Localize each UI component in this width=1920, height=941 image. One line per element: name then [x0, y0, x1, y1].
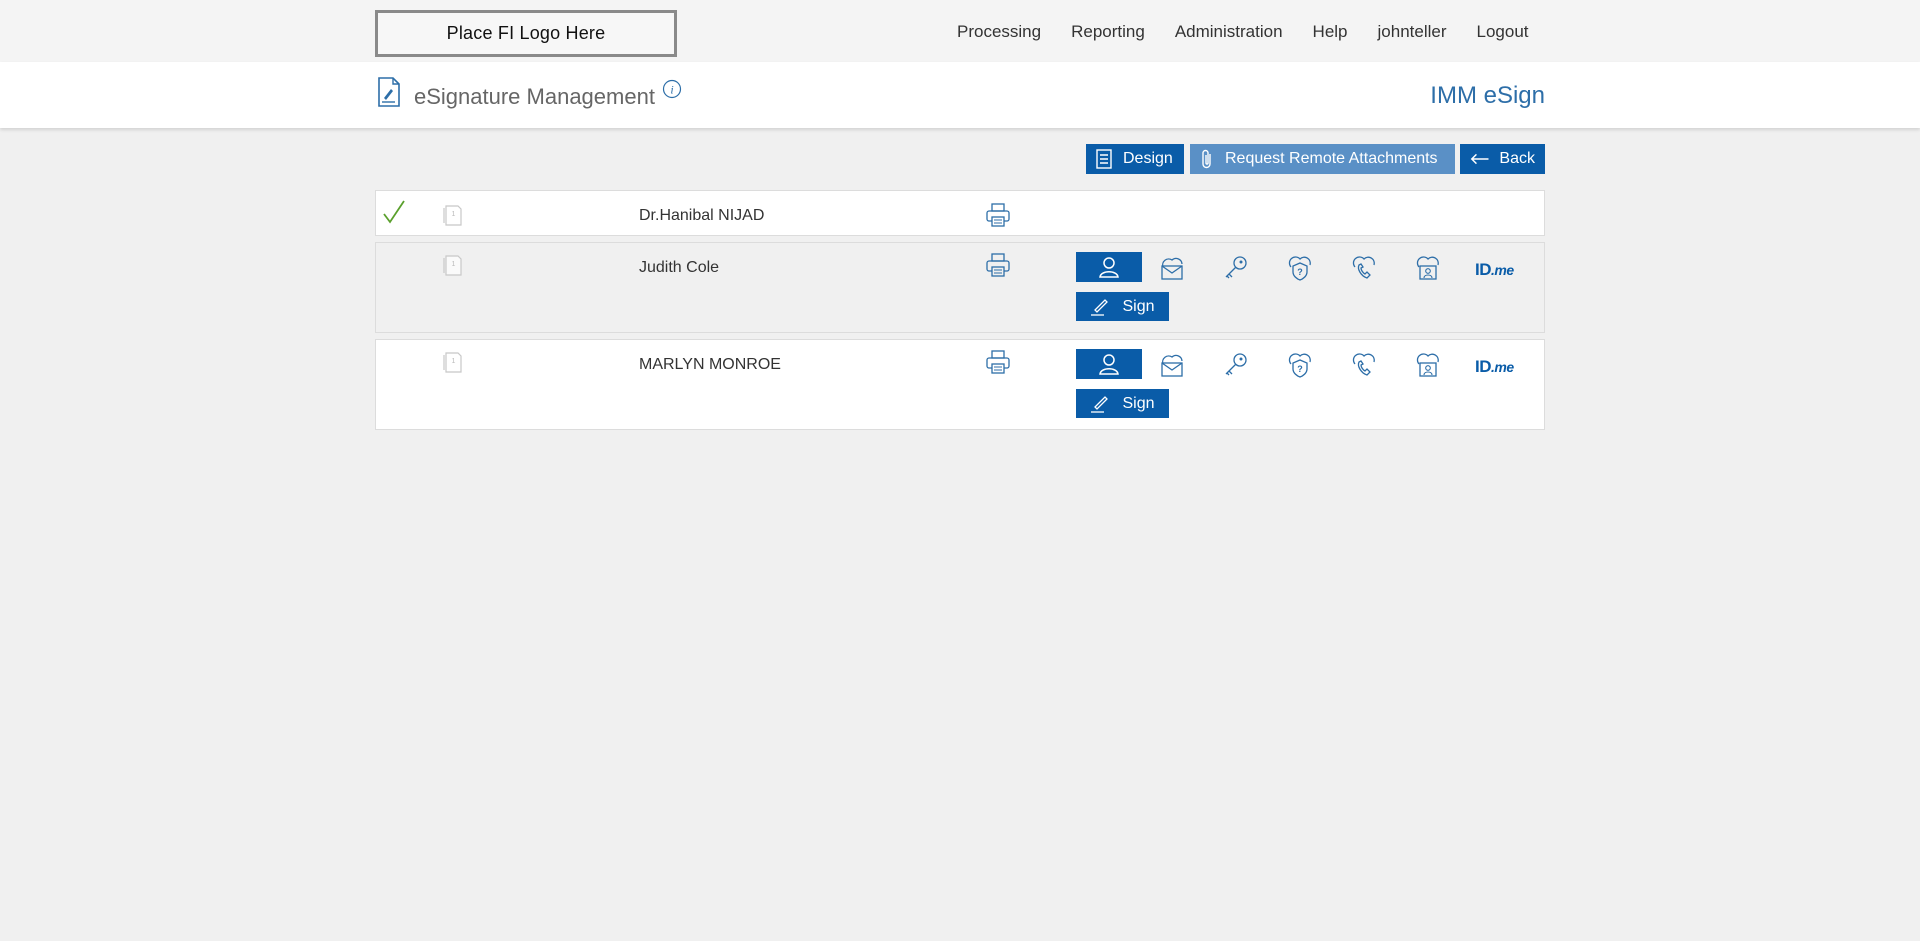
- document-pages-icon[interactable]: 1: [442, 203, 464, 227]
- printer-icon[interactable]: [984, 201, 1012, 229]
- idme-verification-button[interactable]: ID.me: [1475, 357, 1514, 377]
- title-bar: eSignature Management i IMM eSign: [0, 62, 1920, 128]
- cloud-email-icon[interactable]: [1158, 255, 1186, 281]
- nav-help[interactable]: Help: [1313, 22, 1348, 44]
- main-nav: Processing Reporting Administration Help…: [957, 22, 1529, 44]
- request-remote-attachments-button[interactable]: Request Remote Attachments: [1190, 144, 1455, 174]
- nav-administration[interactable]: Administration: [1175, 22, 1283, 44]
- idme-main: ID: [1475, 260, 1492, 279]
- design-list-icon: [1096, 149, 1112, 169]
- cloud-key-icon[interactable]: [1222, 254, 1250, 282]
- document-count: 1: [452, 211, 456, 218]
- signer-row: 1 MARLYN MONROE ? ID.me Sign: [375, 339, 1545, 430]
- idme-suffix: .me: [1491, 262, 1514, 278]
- top-bar: Place FI Logo Here Processing Reporting …: [0, 0, 1920, 62]
- cloud-phone-icon[interactable]: [1350, 254, 1378, 282]
- pen-sign-icon: [1091, 395, 1109, 413]
- esignature-document-icon: [378, 77, 400, 107]
- sign-button[interactable]: Sign: [1076, 292, 1169, 321]
- nav-processing[interactable]: Processing: [957, 22, 1041, 44]
- idme-verification-button[interactable]: ID.me: [1475, 260, 1514, 280]
- signed-check-icon: [383, 200, 405, 224]
- back-button[interactable]: Back: [1460, 144, 1545, 174]
- info-icon[interactable]: i: [662, 79, 682, 99]
- cloud-email-icon[interactable]: [1158, 352, 1186, 378]
- nav-user-johnteller[interactable]: johnteller: [1378, 22, 1447, 44]
- cloud-id-card-icon[interactable]: [1414, 351, 1442, 379]
- svg-text:i: i: [670, 83, 673, 97]
- signer-name: Judith Cole: [639, 259, 720, 276]
- cloud-security-question-icon[interactable]: ?: [1286, 254, 1314, 282]
- document-pages-icon[interactable]: 1: [442, 350, 464, 374]
- signer-row: 1 Judith Cole ? ID.me Sign: [375, 242, 1545, 333]
- cloud-id-card-icon[interactable]: [1414, 254, 1442, 282]
- document-count: 1: [452, 358, 456, 365]
- printer-icon[interactable]: [984, 251, 1012, 279]
- document-pages-icon[interactable]: 1: [442, 253, 464, 277]
- arrow-left-icon: [1470, 153, 1489, 165]
- signer-name: Dr.Hanibal NIJAD: [639, 207, 765, 224]
- idme-main: ID: [1475, 357, 1492, 376]
- app-name: IMM eSign: [1430, 82, 1545, 109]
- in-person-signer-button[interactable]: [1076, 252, 1142, 282]
- svg-text:?: ?: [1297, 364, 1303, 374]
- sign-label: Sign: [1122, 297, 1155, 315]
- printer-icon[interactable]: [984, 348, 1012, 376]
- idme-suffix: .me: [1491, 359, 1514, 375]
- nav-logout[interactable]: Logout: [1477, 22, 1529, 44]
- sign-label: Sign: [1122, 394, 1155, 412]
- person-icon: [1099, 354, 1119, 375]
- document-count: 1: [452, 261, 456, 268]
- back-label: Back: [1499, 150, 1535, 167]
- cloud-key-icon[interactable]: [1222, 351, 1250, 379]
- nav-reporting[interactable]: Reporting: [1071, 22, 1145, 44]
- cloud-security-question-icon[interactable]: ?: [1286, 351, 1314, 379]
- sign-button[interactable]: Sign: [1076, 389, 1169, 418]
- design-label: Design: [1123, 150, 1173, 167]
- svg-text:?: ?: [1297, 267, 1303, 277]
- in-person-signer-button[interactable]: [1076, 349, 1142, 379]
- remote-attachments-label: Request Remote Attachments: [1225, 150, 1438, 167]
- cloud-phone-icon[interactable]: [1350, 351, 1378, 379]
- pen-sign-icon: [1091, 298, 1109, 316]
- fi-logo-placeholder[interactable]: Place FI Logo Here: [375, 10, 677, 57]
- design-button[interactable]: Design: [1086, 144, 1184, 174]
- signer-name: MARLYN MONROE: [639, 356, 781, 373]
- person-icon: [1099, 257, 1119, 278]
- paperclip-icon: [1202, 149, 1211, 169]
- signer-row: 1 Dr.Hanibal NIJAD: [375, 190, 1545, 236]
- page-title: eSignature Management: [414, 84, 655, 109]
